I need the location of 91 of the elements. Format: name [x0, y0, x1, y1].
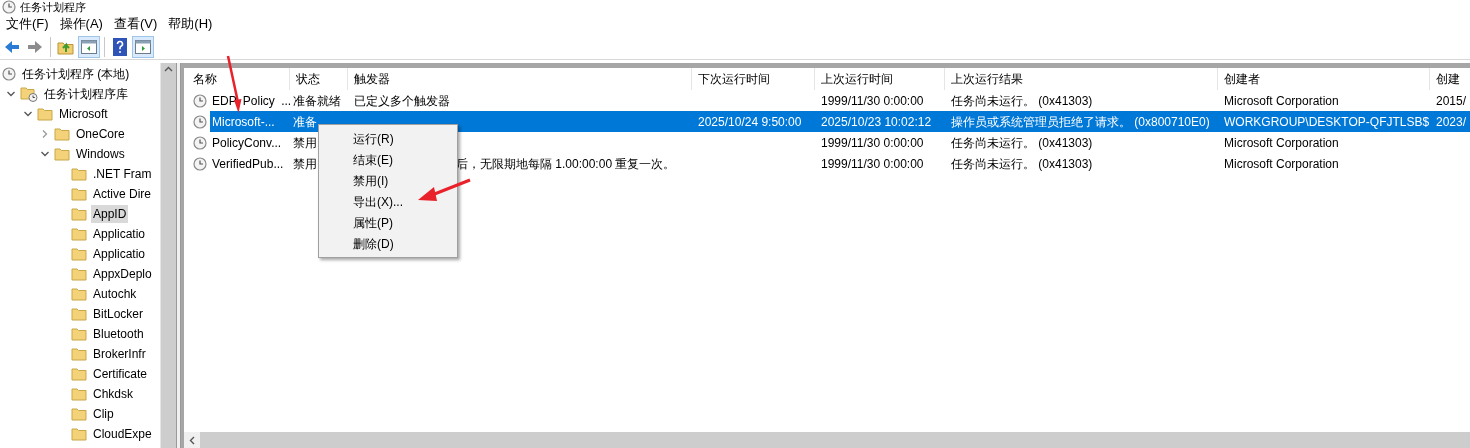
table-cell-text: Microsoft Corporation	[1224, 155, 1339, 173]
table-cell-text: Microsoft Corporation	[1224, 92, 1339, 110]
tree-item[interactable]: CloudExpe	[91, 425, 154, 443]
task-name[interactable]: Microsoft-...	[210, 111, 290, 132]
folder-icon	[71, 427, 87, 441]
tree-item[interactable]: Applicatio	[91, 225, 148, 243]
table-cell-text: 任务尚未运行。 (0x41303)	[951, 155, 1093, 173]
folder-icon	[71, 227, 87, 241]
folder-icon	[71, 287, 87, 301]
folder-icon	[71, 207, 87, 221]
table-cell-text: 准备就绪	[293, 92, 341, 110]
tree-item[interactable]: AppxDeplo	[91, 265, 154, 283]
context-menu-item[interactable]: 删除(D)	[319, 233, 457, 254]
table-cell-text: 操作员或系统管理员拒绝了请求。 (0x800710E0)	[951, 113, 1210, 131]
table-cell-text: 任务尚未运行。 (0x41303)	[951, 92, 1093, 110]
tree-item[interactable]: Certificate	[91, 365, 150, 383]
folder-icon	[71, 247, 87, 261]
column-header[interactable]: 上次运行时间	[815, 68, 945, 90]
table-cell-text: 任务尚未运行。 (0x41303)	[951, 134, 1093, 152]
context-menu-item[interactable]: 属性(P)	[319, 212, 457, 233]
folder-icon	[71, 307, 87, 321]
tree-item[interactable]: Applicatio	[91, 245, 148, 263]
folder-icon	[71, 167, 87, 181]
tree-item[interactable]: BrokerInfr	[91, 345, 148, 363]
column-header[interactable]: 状态	[290, 68, 348, 90]
context-menu-item[interactable]: 结束(E)	[319, 149, 457, 170]
table-cell-text: 禁用	[293, 134, 317, 152]
horizontal-scrollbar[interactable]	[184, 432, 1470, 448]
table-cell-text: WORKGROUP\DESKTOP-QFJTLSB$	[1224, 113, 1430, 131]
table-cell-text: 2025/10/23 10:02:12	[821, 113, 932, 131]
tree-item[interactable]: Windows	[74, 145, 127, 163]
tree-item[interactable]: BitLocker	[91, 305, 146, 323]
table-cell-text: 准备	[293, 113, 317, 131]
tree-item[interactable]: Active Dire	[91, 185, 153, 203]
tree-item[interactable]: .NET Fram	[91, 165, 154, 183]
folder-icon	[71, 327, 87, 341]
menu-item[interactable]: 文件(F)	[2, 14, 53, 34]
tree-item[interactable]: Chkdsk	[91, 385, 135, 403]
table-cell-text: 1999/11/30 0:00:00	[821, 155, 924, 173]
column-header[interactable]: 上次运行结果	[945, 68, 1218, 90]
folder-icon	[54, 147, 70, 161]
task-name[interactable]: EDP Policy ...	[210, 90, 292, 111]
folder-icon	[54, 127, 70, 141]
scroll-up-icon[interactable]	[164, 66, 173, 72]
table-cell-text: 禁用	[293, 155, 317, 173]
table-cell-text: 2023/	[1436, 113, 1467, 131]
tree-item[interactable]: Microsoft	[57, 105, 110, 123]
task-clock-icon	[193, 114, 207, 129]
menu-item[interactable]: 查看(V)	[109, 14, 162, 34]
table-cell-text: 2015/	[1436, 92, 1467, 110]
column-header[interactable]: 创建	[1430, 68, 1470, 90]
table-cell-text: 1999/11/30 0:00:00	[821, 134, 924, 152]
task-name[interactable]: PolicyConv...	[210, 132, 290, 153]
task-name[interactable]: VerifiedPub...	[210, 153, 290, 174]
table-cell-text: Microsoft Corporation	[1224, 134, 1339, 152]
column-header[interactable]: 创建者	[1218, 68, 1430, 90]
table-cell-text: 已定义多个触发器	[354, 92, 450, 110]
tree-item[interactable]: Clip	[91, 405, 116, 423]
table-cell-text: 2025/10/24 9:50:00	[698, 113, 802, 131]
pane-icon[interactable]	[78, 35, 100, 58]
annotation-arrow	[418, 178, 471, 201]
context-menu-item[interactable]: 禁用(I)	[319, 170, 457, 191]
tree-item[interactable]: AppID	[91, 205, 129, 223]
folder-icon	[71, 187, 87, 201]
task-clock-icon	[193, 135, 207, 150]
scrollbar[interactable]	[160, 63, 176, 448]
menu-item[interactable]: 操作(A)	[55, 14, 107, 34]
folder-icon	[71, 387, 87, 401]
folder-icon	[71, 347, 87, 361]
task-clock-icon	[193, 156, 207, 171]
folder-icon	[71, 407, 87, 421]
table-cell-text: 1999/11/30 0:00:00	[821, 92, 924, 110]
column-header[interactable]: 下次运行时间	[692, 68, 815, 90]
window-title: 任务计划程序	[20, 0, 86, 14]
tree-item[interactable]: 任务计划程序库	[42, 85, 130, 103]
tree-item[interactable]: Bluetooth	[91, 325, 146, 343]
pane-icon[interactable]	[132, 35, 154, 58]
tree-item[interactable]: 任务计划程序 (本地)	[20, 65, 132, 83]
tree-item[interactable]: OneCore	[74, 125, 127, 143]
folder-icon	[71, 267, 87, 281]
folder-clock-icon	[20, 86, 38, 102]
scroll-left-icon[interactable]	[189, 435, 195, 445]
task-clock-icon	[193, 93, 207, 108]
context-menu-item[interactable]: 导出(X)...	[319, 191, 457, 212]
folder-icon	[37, 107, 53, 121]
menu-item[interactable]: 帮助(H)	[164, 14, 217, 34]
column-header[interactable]: 触发器	[348, 68, 692, 90]
context-menu-item[interactable]: 运行(R)	[319, 128, 457, 149]
tree-item[interactable]: Autochk	[91, 285, 139, 303]
folder-icon	[71, 367, 87, 381]
column-header[interactable]: 名称	[187, 68, 290, 90]
